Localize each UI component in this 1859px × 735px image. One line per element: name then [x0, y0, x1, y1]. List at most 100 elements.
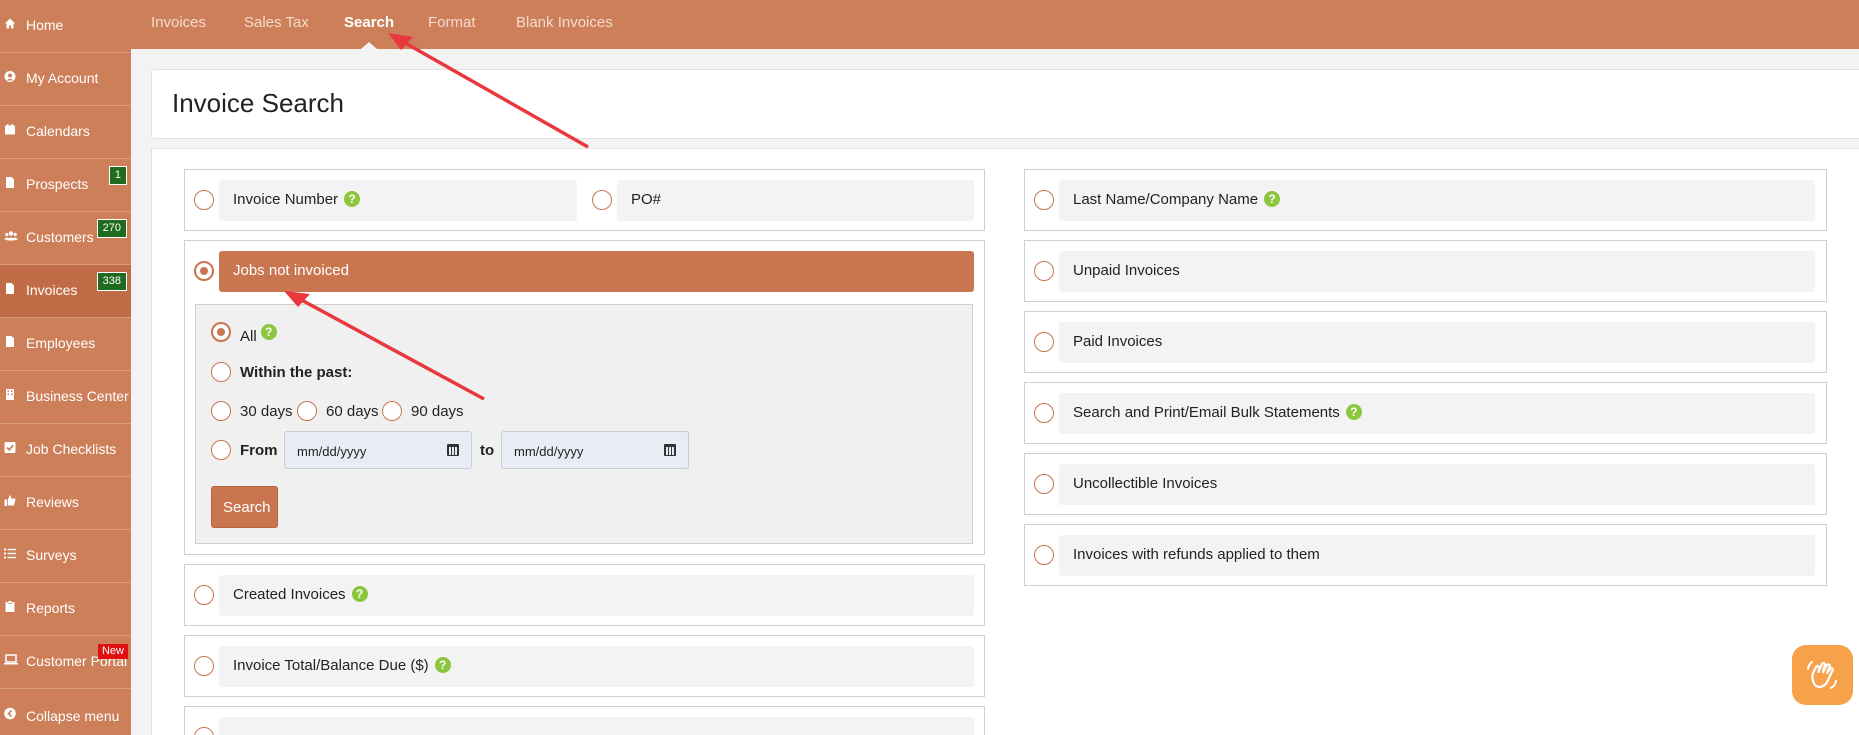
invoice-total-radio[interactable] [194, 656, 214, 676]
last-name-company-label: Last Name/Company Name [1073, 191, 1259, 208]
created-invoices-radio[interactable] [194, 585, 214, 605]
sidebar-item-reviews[interactable]: Reviews [0, 477, 131, 530]
last-name-company-radio[interactable] [1034, 190, 1054, 210]
help-chat-button[interactable] [1792, 645, 1853, 705]
date-range-radio[interactable] [211, 440, 231, 460]
paid-invoices-option[interactable]: Paid Invoices [1059, 322, 1815, 363]
help-icon[interactable]: ? [434, 657, 451, 673]
page-title: Invoice Search [172, 88, 344, 118]
sidebar-item-customer-portal[interactable]: Customer Portal New [0, 636, 131, 689]
calendar-icon[interactable] [447, 444, 459, 456]
chevron-left-icon [4, 707, 16, 720]
sidebar-item-calendars[interactable]: Calendars [0, 106, 131, 159]
tab-invoices[interactable]: Invoices [151, 14, 206, 31]
help-icon[interactable]: ? [260, 324, 277, 340]
sidebar-item-label: Home [26, 17, 64, 33]
count-badge: 1 [108, 166, 127, 185]
90-days-radio[interactable] [382, 401, 402, 421]
sidebar-item-label: Employees [26, 335, 96, 351]
sidebar-item-home[interactable]: Home [0, 0, 131, 53]
top-nav-bar: Invoices Sales Tax Search Format Blank I… [131, 0, 1859, 49]
sidebar-item-surveys[interactable]: Surveys [0, 530, 131, 583]
sidebar-item-collapse-menu[interactable]: Collapse menu [0, 689, 131, 735]
building-icon [6, 389, 14, 400]
uncollectible-invoices-radio[interactable] [1034, 474, 1054, 494]
refunds-invoices-option[interactable]: Invoices with refunds applied to them [1059, 535, 1815, 576]
invoice-number-label: Invoice Number [233, 191, 339, 208]
created-invoices-label: Created Invoices [233, 586, 346, 603]
to-date-input[interactable]: mm/dd/yyyy [501, 431, 689, 469]
po-radio[interactable] [592, 190, 612, 210]
bulk-statements-radio[interactable] [1034, 403, 1054, 423]
sidebar-item-label: My Account [26, 70, 99, 86]
sidebar-item-label: Collapse menu [26, 708, 120, 724]
within-past-label: Within the past: [240, 364, 353, 381]
new-badge: New [97, 644, 128, 659]
paid-invoices-radio[interactable] [1034, 332, 1054, 352]
paid-invoices-label: Paid Invoices [1073, 333, 1163, 350]
90-days-label: 90 days [411, 403, 464, 420]
jobs-not-invoiced-filter-panel [195, 304, 973, 544]
search-button-label: Search [223, 499, 271, 516]
home-icon [5, 18, 15, 29]
sidebar-item-job-checklists[interactable]: Job Checklists [0, 424, 131, 477]
sidebar-item-employees[interactable]: Employees [0, 318, 131, 371]
unpaid-invoices-radio[interactable] [1034, 261, 1054, 281]
from-date-placeholder: mm/dd/yyyy [297, 444, 367, 459]
tab-format[interactable]: Format [428, 14, 476, 31]
sidebar-item-prospects[interactable]: Prospects 1 [0, 159, 131, 212]
help-icon[interactable]: ? [344, 191, 361, 207]
po-label: PO# [631, 191, 662, 208]
partial-row-option[interactable] [219, 717, 974, 735]
clipboard-icon [5, 600, 15, 612]
sidebar-item-my-account[interactable]: My Account [0, 53, 131, 106]
from-date-input[interactable]: mm/dd/yyyy [284, 431, 472, 469]
uncollectible-invoices-label: Uncollectible Invoices [1073, 475, 1218, 492]
sidebar-item-invoices[interactable]: Invoices 338 [0, 265, 131, 318]
invoice-total-option[interactable]: Invoice Total/Balance Due ($)? [219, 646, 974, 687]
waving-hand-icon [1807, 661, 1837, 689]
calendar-icon [5, 124, 15, 135]
bulk-statements-option[interactable]: Search and Print/Email Bulk Statements? [1059, 393, 1815, 434]
within-past-radio[interactable] [211, 362, 231, 382]
sidebar-item-label: Reviews [26, 494, 79, 510]
30-days-radio[interactable] [211, 401, 231, 421]
po-option[interactable]: PO# [617, 180, 974, 221]
uncollectible-invoices-option[interactable]: Uncollectible Invoices [1059, 464, 1815, 505]
tab-search[interactable]: Search [344, 14, 394, 31]
users-icon [4, 231, 18, 241]
sidebar-item-label: Business Center [26, 388, 129, 404]
to-date-placeholder: mm/dd/yyyy [514, 444, 584, 459]
sidebar: Home My Account Calendars Prospects 1 Cu… [0, 0, 131, 735]
sidebar-item-label: Customers [26, 229, 94, 245]
refunds-invoices-radio[interactable] [1034, 545, 1054, 565]
laptop-icon [4, 654, 18, 665]
invoice-number-option[interactable]: Invoice Number? [219, 180, 577, 221]
help-icon[interactable]: ? [1345, 404, 1362, 420]
list-icon [4, 548, 16, 559]
search-button[interactable]: Search [211, 486, 278, 528]
help-icon[interactable]: ? [351, 586, 368, 602]
sidebar-item-label: Surveys [26, 547, 77, 563]
title-card: Invoice Search [151, 69, 1859, 139]
sidebar-item-label: Prospects [26, 176, 89, 192]
created-invoices-option[interactable]: Created Invoices? [219, 575, 974, 616]
sidebar-item-customers[interactable]: Customers 270 [0, 212, 131, 265]
calendar-icon[interactable] [664, 444, 676, 456]
invoice-number-radio[interactable] [194, 190, 214, 210]
jobs-not-invoiced-label: Jobs not invoiced [233, 262, 349, 279]
sidebar-item-label: Calendars [26, 123, 90, 139]
tab-sales-tax[interactable]: Sales Tax [244, 14, 309, 31]
jobs-not-invoiced-option[interactable]: Jobs not invoiced [219, 251, 974, 292]
all-radio[interactable] [211, 322, 231, 342]
sidebar-item-reports[interactable]: Reports [0, 583, 131, 636]
60-days-radio[interactable] [297, 401, 317, 421]
tab-blank-invoices[interactable]: Blank Invoices [516, 14, 613, 31]
unpaid-invoices-option[interactable]: Unpaid Invoices [1059, 251, 1815, 292]
60-days-label: 60 days [326, 403, 379, 420]
last-name-company-option[interactable]: Last Name/Company Name? [1059, 180, 1815, 221]
sidebar-item-business-center[interactable]: Business Center [0, 371, 131, 424]
jobs-not-invoiced-radio[interactable] [194, 261, 214, 281]
document-icon [6, 336, 14, 347]
help-icon[interactable]: ? [1264, 191, 1281, 207]
